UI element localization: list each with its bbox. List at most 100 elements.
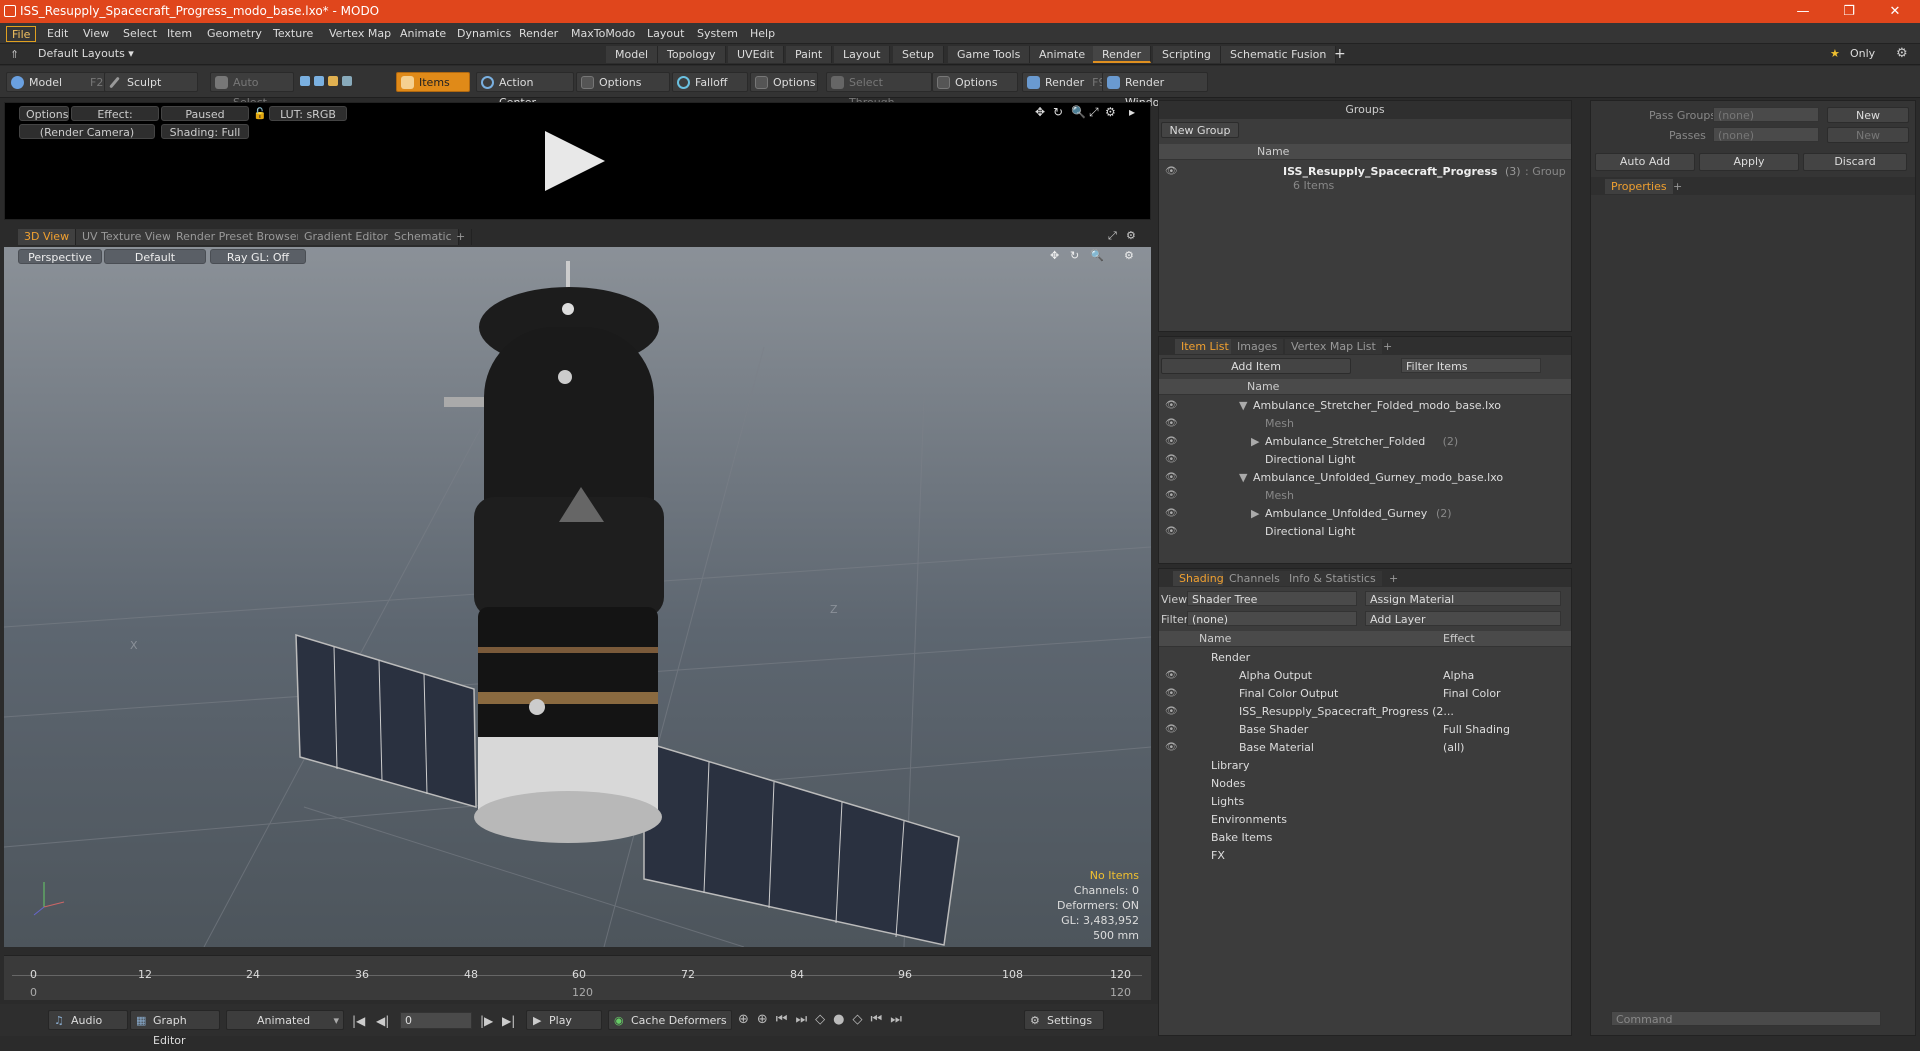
filter-dropdown[interactable]: (none) xyxy=(1187,611,1357,626)
visibility-eye-icon[interactable]: 👁 xyxy=(1165,703,1178,721)
visibility-eye-icon[interactable]: 👁 xyxy=(1165,721,1178,739)
select-through-options-button[interactable]: Options xyxy=(932,72,1018,92)
passes-dropdown[interactable]: (none) xyxy=(1713,127,1819,142)
tab-schematic-fusion[interactable]: Schematic Fusion xyxy=(1221,46,1337,63)
view-gear-icon[interactable]: ⚙ xyxy=(1126,229,1136,242)
selection-mode-icons[interactable] xyxy=(300,75,388,91)
menu-maxtomodo[interactable]: MaxToModo xyxy=(566,26,640,42)
menu-edit[interactable]: Edit xyxy=(42,26,73,42)
menu-layout[interactable]: Layout xyxy=(642,26,689,42)
tab-scripting[interactable]: Scripting xyxy=(1153,46,1221,63)
shader-row[interactable]: 👁 Alpha Output Alpha xyxy=(1159,667,1571,685)
edge-select-icon[interactable] xyxy=(314,76,324,86)
tab-paint[interactable]: Paint xyxy=(786,46,833,63)
render-button[interactable]: Render F9 xyxy=(1022,72,1106,92)
tab-layout[interactable]: Layout xyxy=(834,46,891,63)
visibility-eye-icon[interactable]: 👁 xyxy=(1165,415,1178,433)
visibility-eye-icon[interactable]: 👁 xyxy=(1165,739,1178,757)
shader-row[interactable]: Bake Items xyxy=(1159,829,1571,847)
item-row[interactable]: 👁 ▼ Ambulance_Stretcher_Folded_modo_base.l… xyxy=(1159,397,1571,415)
new-group-button[interactable]: New Group xyxy=(1161,122,1239,138)
tab-topology[interactable]: Topology xyxy=(658,46,726,63)
add-tab-button[interactable]: + xyxy=(1334,46,1346,62)
menu-geometry[interactable]: Geometry xyxy=(202,26,267,42)
rotate-icon[interactable]: ↻ xyxy=(1053,105,1063,119)
key-tools-icons[interactable]: ⊕⊕⏮⏭◇●◇⏮⏭ xyxy=(738,1012,910,1027)
shader-row[interactable]: Library xyxy=(1159,757,1571,775)
go-end-icon[interactable]: ▶| xyxy=(502,1014,515,1028)
model-mode-button[interactable]: Model F2 xyxy=(6,72,106,92)
items-mode-button[interactable]: Items xyxy=(396,72,470,92)
action-center-button[interactable]: Action Center xyxy=(476,72,574,109)
pass-groups-dropdown[interactable]: (none) xyxy=(1713,107,1819,122)
shading-dropdown[interactable]: Shading: Full xyxy=(161,124,249,139)
maximize-view-icon[interactable]: ⤢ xyxy=(1108,229,1117,243)
shader-row[interactable]: Lights xyxy=(1159,793,1571,811)
menu-dynamics[interactable]: Dynamics xyxy=(452,26,516,42)
expand-arrow-icon[interactable]: ▼ xyxy=(1239,397,1247,415)
effect-dropdown[interactable]: Effect: (Shadi... xyxy=(71,106,159,136)
tab-render[interactable]: Render xyxy=(1093,46,1152,63)
maximize-icon[interactable]: ⤢ xyxy=(1089,105,1099,120)
lut-dropdown[interactable]: LUT: sRGB xyxy=(269,106,347,121)
timeline[interactable]: 0 12 24 36 48 60 72 84 96 108 120 0 120 … xyxy=(4,955,1151,1000)
settings-button[interactable]: ⚙ Settings xyxy=(1024,1010,1104,1030)
vertex-select-icon[interactable] xyxy=(300,76,310,86)
visibility-eye-icon[interactable]: 👁 xyxy=(1165,523,1178,541)
item-row[interactable]: 👁 ▼ Ambulance_Unfolded_Gurney_modo_base.lx… xyxy=(1159,469,1571,487)
tab-setup[interactable]: Setup xyxy=(893,46,945,63)
add-layer-dropdown[interactable]: Add Layer xyxy=(1365,611,1561,626)
step-back-icon[interactable]: ◀| xyxy=(376,1014,389,1028)
add-properties-tab[interactable]: + xyxy=(1667,179,1688,194)
menu-animate[interactable]: Animate xyxy=(395,26,451,42)
3d-viewport[interactable]: Perspective Default Ray GL: Off ✥ ↻ 🔍 ⚙ … xyxy=(4,247,1151,947)
step-forward-icon[interactable]: |▶ xyxy=(480,1014,493,1028)
item-row[interactable]: 👁 Mesh xyxy=(1159,415,1571,433)
action-center-options-button[interactable]: Options xyxy=(576,72,670,92)
preview-options-button[interactable]: Options xyxy=(19,106,69,121)
add-item-dropdown[interactable]: Add Item xyxy=(1161,358,1351,374)
animated-dropdown[interactable]: Animated ▾ xyxy=(226,1010,344,1030)
visibility-eye-icon[interactable]: 👁 xyxy=(1165,163,1178,181)
menu-file[interactable]: File xyxy=(6,26,37,42)
maximize-button[interactable]: ❐ xyxy=(1826,0,1872,23)
menu-system[interactable]: System xyxy=(692,26,743,42)
auto-select-button[interactable]: Auto Select xyxy=(210,72,294,109)
visibility-eye-icon[interactable]: 👁 xyxy=(1165,685,1178,703)
visibility-eye-icon[interactable]: 👁 xyxy=(1165,397,1178,415)
view-dropdown[interactable]: Shader Tree xyxy=(1187,591,1357,606)
filter-items-input[interactable]: Filter Items xyxy=(1401,358,1541,373)
item-row[interactable]: 👁 Directional Light xyxy=(1159,523,1571,541)
tab-shading[interactable]: Shading xyxy=(1173,571,1230,586)
shader-row[interactable]: Environments xyxy=(1159,811,1571,829)
play-button[interactable]: ▶ Play xyxy=(526,1010,602,1030)
move-icon[interactable]: ✥ xyxy=(1035,105,1045,119)
menu-view[interactable]: View xyxy=(78,26,114,42)
menu-select[interactable]: Select xyxy=(118,26,162,42)
lock-icon[interactable]: 🔓 xyxy=(253,107,267,120)
audio-button[interactable]: ♫ Audio xyxy=(48,1010,128,1030)
arrow-right-icon[interactable]: ▸ xyxy=(1129,105,1135,119)
tab-images[interactable]: Images xyxy=(1231,339,1284,354)
polygon-select-icon[interactable] xyxy=(328,76,338,86)
auto-add-button[interactable]: Auto Add xyxy=(1595,153,1695,171)
item-row[interactable]: 👁 Directional Light xyxy=(1159,451,1571,469)
visibility-eye-icon[interactable]: 👁 xyxy=(1165,433,1178,451)
shader-row[interactable]: 👁 ISS_Resupply_Spacecraft_Progress (2... xyxy=(1159,703,1571,721)
settings-icon[interactable]: ⚙ xyxy=(1105,105,1116,119)
play-icon[interactable] xyxy=(545,131,605,191)
visibility-eye-icon[interactable]: 👁 xyxy=(1165,469,1178,487)
current-frame-input[interactable]: 0 xyxy=(400,1012,472,1029)
discard-button[interactable]: Discard xyxy=(1803,153,1907,171)
shader-effect[interactable]: Full Shading xyxy=(1443,721,1510,739)
shader-row[interactable]: Nodes xyxy=(1159,775,1571,793)
tab-render-preset-browser[interactable]: Render Preset Browser xyxy=(170,229,309,245)
paused-button[interactable]: Paused xyxy=(161,106,249,121)
tab-game-tools[interactable]: Game Tools xyxy=(948,46,1031,63)
item-row[interactable]: 👁 Mesh xyxy=(1159,487,1571,505)
item-row[interactable]: 👁 ▶ Ambulance_Stretcher_Folded (2) xyxy=(1159,433,1571,451)
menu-help[interactable]: Help xyxy=(745,26,780,42)
add-view-tab-button[interactable]: + xyxy=(450,229,473,245)
tab-3d-view[interactable]: 3D View xyxy=(18,229,77,245)
group-row[interactable]: 👁 ISS_Resupply_Spacecraft_Progress (3) :… xyxy=(1159,163,1571,181)
